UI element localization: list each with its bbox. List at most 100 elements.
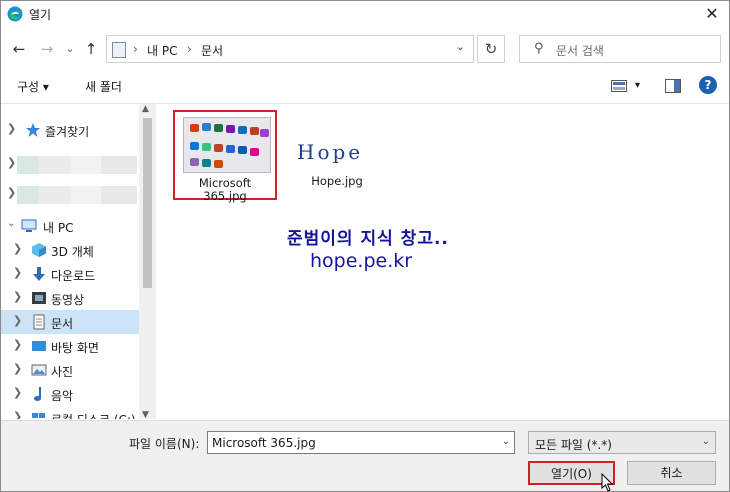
tree-item-label: 바탕 화면 [51, 341, 99, 355]
chevron-down-icon[interactable]: ⌄ [502, 436, 510, 447]
chevron-down-icon[interactable]: ⌄ [7, 218, 15, 229]
document-location-icon [112, 42, 126, 58]
tree-item-label: 3D 개체 [51, 245, 94, 259]
tree-item-blurred[interactable]: ❯ [1, 182, 139, 206]
filetype-select[interactable]: 모든 파일 (*.*) ⌄ [528, 431, 716, 454]
tree-item-label: 문서 [51, 317, 74, 331]
help-icon[interactable]: ? [699, 76, 717, 94]
forward-arrow-icon[interactable]: → [37, 37, 57, 61]
file-item-hope[interactable]: Hope Hope.jpg [285, 110, 389, 200]
scrollbar-thumb[interactable] [143, 118, 152, 288]
chevron-right-icon[interactable]: ❯ [7, 156, 16, 169]
view-layout-icon[interactable] [611, 80, 627, 92]
chevron-right-icon[interactable]: ❯ [13, 314, 22, 327]
file-name: Hope.jpg [311, 174, 363, 188]
watermark-korean: 준범이의 지식 창고.. [287, 229, 449, 249]
file-name: 365.jpg [203, 189, 247, 203]
download-icon [33, 267, 45, 281]
breadcrumb-separator: › [187, 42, 192, 56]
redacted-item [17, 156, 137, 174]
edge-app-icon [7, 6, 23, 22]
star-icon [26, 123, 40, 137]
organize-menu-button[interactable]: 구성 ▾ [17, 78, 49, 95]
view-options-dropdown[interactable]: ▾ [635, 80, 640, 91]
close-icon[interactable]: ✕ [699, 1, 725, 27]
tree-item-blurred[interactable]: ❯ [1, 152, 139, 176]
search-placeholder: 문서 검색 [556, 44, 604, 58]
tree-item-label: 즐겨찾기 [45, 125, 90, 139]
filename-input[interactable]: Microsoft 365.jpg ⌄ [207, 431, 515, 454]
scroll-up-icon[interactable]: ▲ [142, 104, 149, 114]
chevron-right-icon[interactable]: ❯ [13, 338, 22, 351]
file-list-area[interactable]: Microsoft 365.jpg Hope Hope.jpg 준범이의 지식 … [157, 103, 729, 419]
watermark-url: hope.pe.kr [310, 250, 413, 272]
chevron-right-icon[interactable]: ❯ [13, 242, 22, 255]
search-icon: ⚲ [534, 41, 544, 56]
desktop-icon [32, 341, 46, 351]
scroll-down-icon[interactable]: ▼ [142, 410, 149, 419]
chevron-right-icon[interactable]: ❯ [7, 186, 16, 199]
chevron-down-icon[interactable]: ⌄ [702, 436, 710, 447]
hope-thumbnail: Hope [293, 140, 381, 168]
chevron-right-icon[interactable]: ❯ [13, 362, 22, 375]
open-file-dialog: 열기 ✕ ← → ⌄ ↑ › 내 PC › 문서 ⌄ ↻ ⚲ 문서 검색 구성 … [0, 0, 730, 492]
drive-icon [32, 413, 45, 418]
new-folder-button[interactable]: 새 폴더 [85, 78, 122, 95]
breadcrumb-separator: › [133, 42, 138, 56]
file-item-microsoft-365[interactable]: Microsoft 365.jpg [173, 110, 277, 203]
cube-3d-icon [32, 243, 46, 257]
document-icon [33, 314, 45, 330]
chevron-right-icon[interactable]: ❯ [7, 122, 16, 135]
window-title: 열기 [29, 8, 52, 22]
tree-item-label: 동영상 [51, 293, 85, 307]
chevron-right-icon[interactable]: ❯ [13, 290, 22, 303]
cancel-button[interactable]: 취소 [627, 461, 716, 485]
tree-item-label: 내 PC [43, 221, 74, 235]
chevron-down-icon[interactable]: ⌄ [456, 40, 465, 53]
tree-item-music[interactable]: ❯ 음악 [1, 382, 139, 406]
tree-item-3d-objects[interactable]: ❯ 3D 개체 [1, 238, 139, 262]
tree-item-local-disk[interactable]: ❯ 로컬 디스크 (C:) [1, 406, 139, 419]
chevron-right-icon[interactable]: ❯ [13, 386, 22, 399]
tree-item-label: 음악 [51, 389, 74, 403]
tree-item-documents[interactable]: ❯ 문서 [1, 310, 139, 334]
tree-item-label: 로컬 디스크 (C:) [51, 411, 136, 419]
tree-item-desktop[interactable]: ❯ 바탕 화면 [1, 334, 139, 358]
filetype-value: 모든 파일 (*.*) [535, 438, 612, 452]
music-icon [34, 387, 41, 401]
tree-item-label: 사진 [51, 365, 74, 379]
tree-item-downloads[interactable]: ❯ 다운로드 [1, 262, 139, 286]
tree-scrollbar[interactable]: ▲ ▼ [139, 104, 156, 419]
filename-value[interactable]: Microsoft 365.jpg [212, 436, 316, 450]
picture-icon [31, 364, 47, 376]
file-name: Microsoft [198, 176, 252, 190]
navigation-bar: ← → ⌄ ↑ › 내 PC › 문서 ⌄ ↻ ⚲ 문서 검색 [1, 33, 729, 65]
refresh-button[interactable]: ↻ [477, 35, 505, 63]
recent-locations-icon[interactable]: ⌄ [63, 37, 77, 61]
back-arrow-icon[interactable]: ← [9, 37, 29, 61]
computer-icon [21, 219, 37, 232]
search-box[interactable]: ⚲ 문서 검색 [519, 35, 721, 63]
video-icon [32, 292, 46, 304]
command-bar: 구성 ▾ 새 폴더 ▾ ? [1, 71, 729, 101]
tree-item-videos[interactable]: ❯ 동영상 [1, 286, 139, 310]
microsoft-365-thumbnail [183, 117, 271, 173]
breadcrumb-documents[interactable]: 문서 [201, 42, 223, 59]
dialog-footer: 파일 이름(N): Microsoft 365.jpg ⌄ 모든 파일 (*.*… [1, 420, 729, 491]
hope-logo-text: Hope [297, 140, 364, 164]
tree-item-favorites[interactable]: ❯ 즐겨찾기 [1, 118, 139, 142]
chevron-right-icon[interactable]: ❯ [13, 410, 22, 419]
redacted-item [17, 186, 137, 204]
tree-item-this-pc[interactable]: ⌄ 내 PC [1, 214, 139, 238]
address-bar[interactable]: › 내 PC › 문서 ⌄ [106, 35, 474, 63]
mouse-cursor-icon [601, 473, 614, 492]
chevron-right-icon[interactable]: ❯ [13, 266, 22, 279]
navigation-pane: ❯ 즐겨찾기 ❯ ❯ ⌄ 내 PC ❯ 3D 개체 ❯ 다운로드 ❯ 동영상 ❯… [1, 103, 156, 419]
title-bar: 열기 ✕ [1, 1, 729, 27]
up-arrow-icon[interactable]: ↑ [81, 37, 101, 61]
breadcrumb-this-pc[interactable]: 내 PC [147, 42, 177, 59]
filename-label: 파일 이름(N): [129, 437, 200, 451]
preview-pane-icon[interactable] [665, 79, 681, 93]
tree-item-pictures[interactable]: ❯ 사진 [1, 358, 139, 382]
tree-item-label: 다운로드 [51, 269, 96, 283]
